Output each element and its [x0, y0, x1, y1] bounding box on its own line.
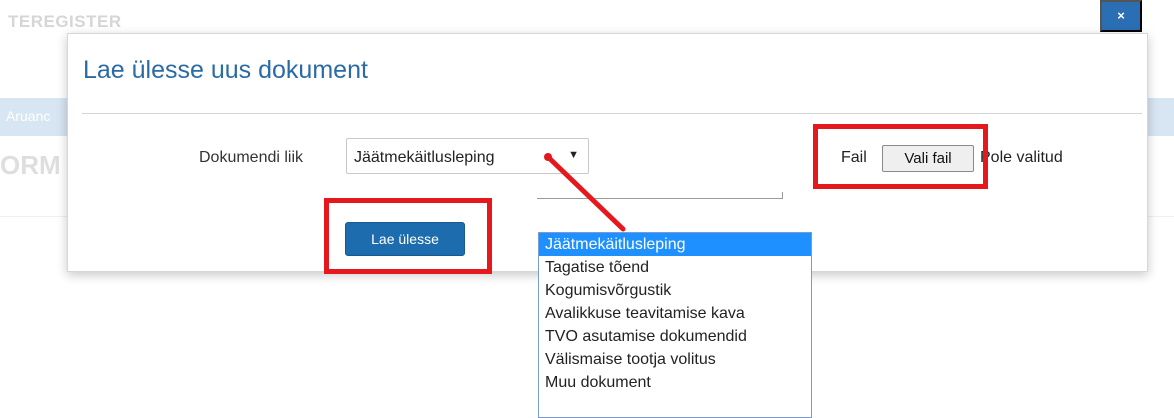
dropdown-option[interactable]: Avalikkuse teavitamise kava — [539, 302, 811, 325]
dropdown-option[interactable]: Muu dokument — [539, 371, 811, 394]
dropdown-option[interactable]: Jäätmekäitlusleping — [539, 233, 811, 256]
document-type-dropdown: Jäätmekäitlusleping Tagatise tõend Kogum… — [538, 232, 812, 418]
annotation-box-upload — [324, 198, 492, 274]
document-type-select[interactable]: Jäätmekäitlusleping ▼ — [346, 138, 589, 174]
dropdown-option[interactable]: Tagatise tõend — [539, 256, 811, 279]
dropdown-option[interactable]: Kogumisvõrgustik — [539, 279, 811, 302]
select-outline-hint — [537, 192, 783, 199]
background-app-title: TEREGISTER — [8, 12, 122, 31]
file-status: Pole valitud — [980, 149, 1063, 166]
background-nav-text: Aruanc — [6, 108, 51, 124]
document-type-value: Jäätmekäitlusleping — [354, 149, 495, 166]
background-heading: ORM — [0, 150, 61, 180]
modal-divider — [82, 113, 1142, 114]
dropdown-option[interactable]: Välismaise tootja volitus — [539, 348, 811, 371]
dropdown-option[interactable]: TVO asutamise dokumendid — [539, 325, 811, 348]
document-type-label: Dokumendi liik — [199, 149, 304, 166]
modal-title: Lae ülesse uus dokument — [83, 56, 368, 84]
modal-close-button[interactable]: × — [1100, 0, 1142, 32]
annotation-box-file — [813, 124, 988, 189]
chevron-down-icon: ▼ — [568, 149, 579, 161]
